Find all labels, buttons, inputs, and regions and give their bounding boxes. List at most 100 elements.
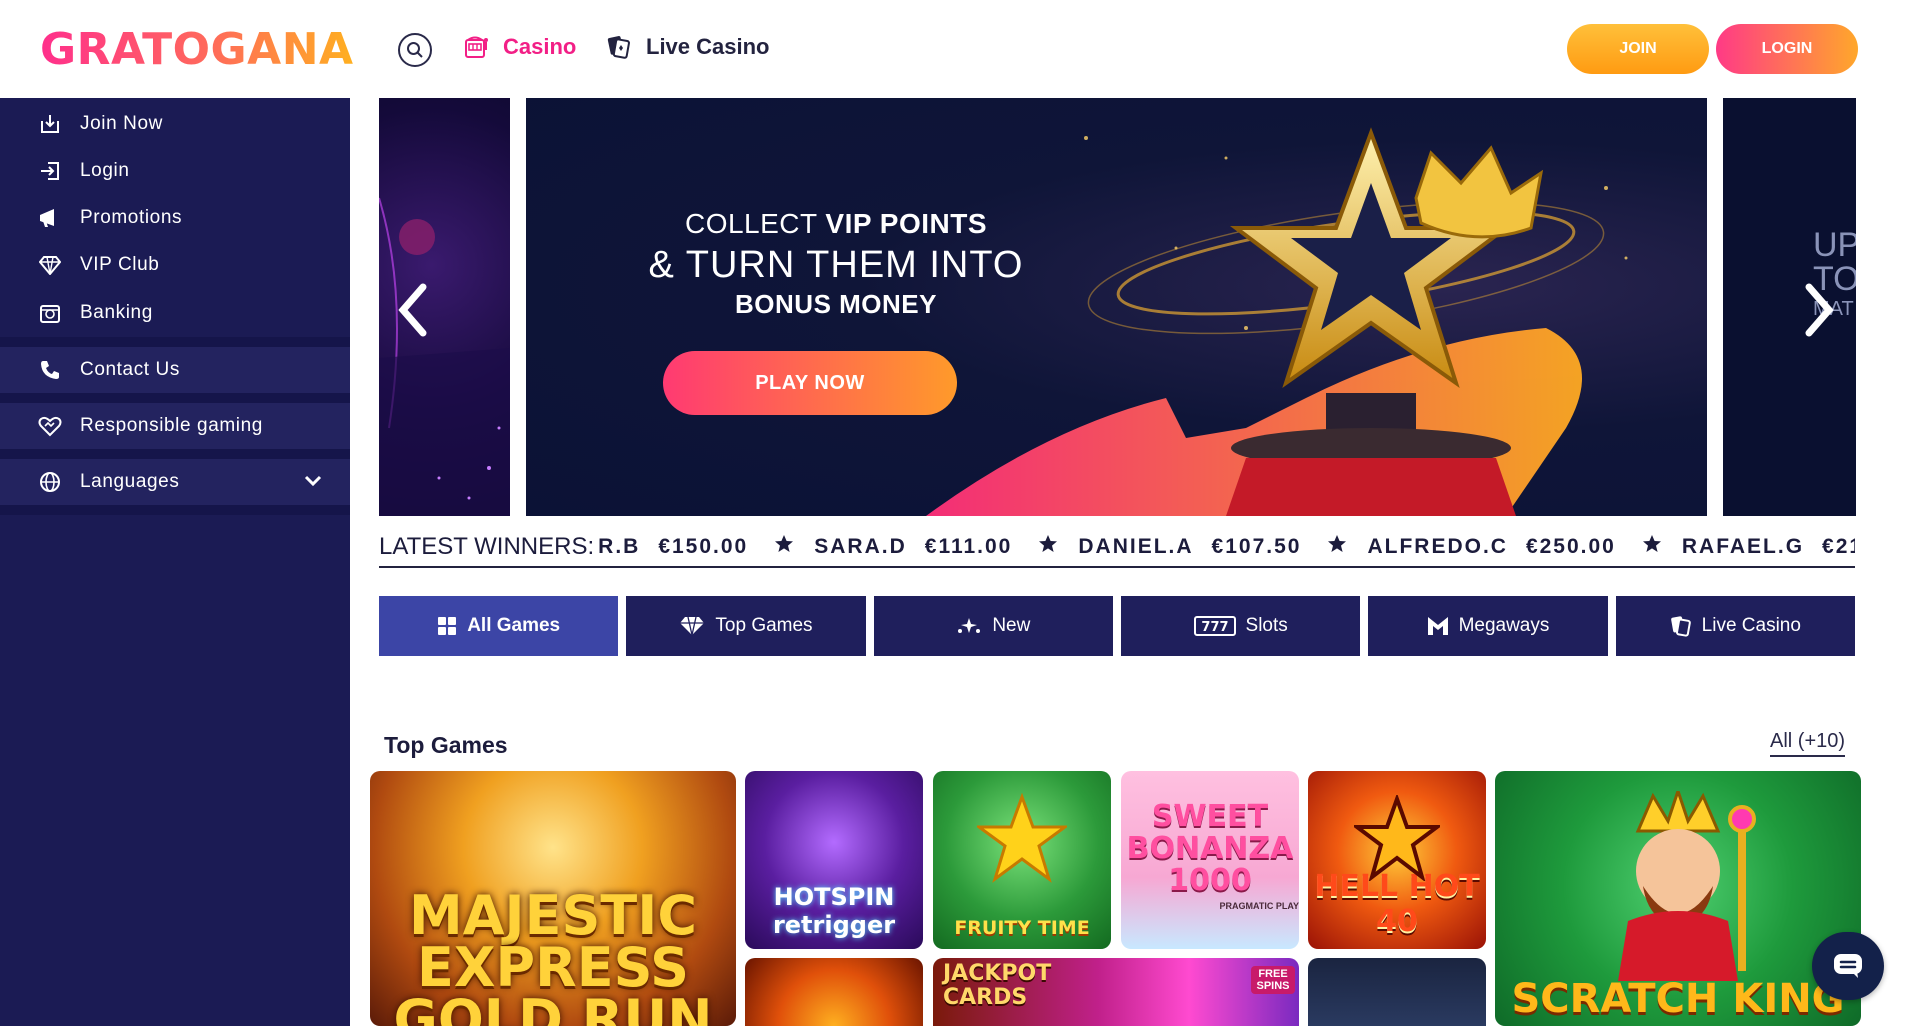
sidebar-item-label: Responsible gaming xyxy=(80,415,263,436)
sidebar-item-label: Languages xyxy=(80,471,180,492)
carousel-main-slide[interactable]: COLLECT VIP POINTS & TURN THEM INTO BONU… xyxy=(526,98,1707,516)
tab-megaways[interactable]: Megaways xyxy=(1368,596,1608,656)
star-art xyxy=(1354,795,1440,881)
free-spins-badge: FREE SPINS xyxy=(1251,966,1295,994)
nav-live-casino-label: Live Casino xyxy=(646,34,770,59)
game-card[interactable]: HOTSPIN retrigger xyxy=(745,771,923,949)
latest-winners-label: LATEST WINNERS: xyxy=(379,533,595,560)
carousel-prev-button[interactable] xyxy=(392,280,432,340)
sidebar-item-join-now[interactable]: Join Now xyxy=(0,100,350,147)
sidebar-item-languages[interactable]: Languages xyxy=(0,449,350,515)
sidebar-item-banking[interactable]: Banking xyxy=(0,288,350,337)
heart-icon xyxy=(38,414,62,438)
svg-text:777: 777 xyxy=(1201,620,1228,635)
sidebar-item-label: Banking xyxy=(80,301,153,323)
chevron-down-icon[interactable] xyxy=(304,471,322,493)
sidebar-item-promotions[interactable]: Promotions xyxy=(0,194,350,241)
game-card[interactable] xyxy=(745,958,923,1026)
diamond-icon xyxy=(38,253,62,277)
money-icon xyxy=(38,301,62,325)
tab-label: Live Casino xyxy=(1701,615,1801,636)
login-button[interactable]: LOGIN xyxy=(1716,24,1858,74)
star-art xyxy=(977,793,1067,883)
carousel-next-button[interactable] xyxy=(1800,280,1840,340)
winner-entry: RAFAEL.G €213.00 xyxy=(1616,534,1855,560)
globe-icon xyxy=(38,470,62,494)
tab-new[interactable]: New xyxy=(873,596,1113,656)
sidebar-item-vip-club[interactable]: VIP Club xyxy=(0,241,350,288)
tab-slots[interactable]: 777 Slots xyxy=(1120,596,1361,656)
winner-name: ALFREDO.C xyxy=(1367,535,1508,558)
join-button[interactable]: JOIN xyxy=(1567,24,1709,74)
chat-icon xyxy=(1834,954,1862,978)
sparkle-icon xyxy=(958,618,981,633)
promo-line-1: COLLECT VIP POINTS xyxy=(626,208,1046,240)
game-card[interactable]: SCRATCH KING xyxy=(1495,771,1861,1026)
join-icon xyxy=(38,112,62,136)
star-icon xyxy=(1327,534,1347,560)
promo-headline: COLLECT VIP POINTS & TURN THEM INTO BONU… xyxy=(626,208,1046,320)
game-title: SCRATCH KING xyxy=(1511,976,1845,1022)
game-card[interactable] xyxy=(1308,958,1486,1026)
sidebar-item-label: Promotions xyxy=(80,206,183,228)
play-now-button[interactable]: PLAY NOW xyxy=(663,351,957,415)
winner-name: SARA.D xyxy=(814,535,907,558)
chevron-right-icon xyxy=(1805,283,1834,337)
winner-amount: €250.00 xyxy=(1525,535,1616,558)
promo-line-1-light: COLLECT xyxy=(684,208,818,239)
section-title-top-games: Top Games xyxy=(384,732,508,758)
sidebar-item-contact-us[interactable]: Contact Us xyxy=(0,337,350,393)
tab-label: Megaways xyxy=(1458,615,1550,636)
game-title: JACKPOT CARDS xyxy=(943,961,1052,1010)
game-title: HOTSPIN retrigger xyxy=(772,883,896,939)
sidebar: Join Now Login Promotions VIP Club Banki… xyxy=(0,98,350,1026)
game-title: FRUITY TIME xyxy=(954,917,1090,939)
tab-label: All Games xyxy=(467,615,561,636)
game-card[interactable]: SWEET BONANZA 1000 PRAGMATIC PLAY xyxy=(1121,771,1299,949)
slot-machine-icon xyxy=(465,36,488,58)
tab-live-casino[interactable]: Live Casino xyxy=(1615,596,1855,656)
game-card[interactable]: JACKPOT CARDS FREE SPINS xyxy=(933,958,1299,1026)
megaphone-icon xyxy=(38,206,62,230)
game-card[interactable]: MAJESTIC EXPRESS GOLD RUN xyxy=(370,771,736,1026)
winner-amount: €150.00 xyxy=(658,535,749,558)
game-card[interactable]: HELL HOT 40 xyxy=(1308,771,1486,949)
game-title: HELL HOT 40 xyxy=(1314,869,1480,939)
search-button[interactable] xyxy=(398,33,432,67)
login-icon xyxy=(38,159,62,183)
megaways-icon xyxy=(1427,617,1448,635)
promo-line-2: & TURN THEM INTO xyxy=(648,244,1024,286)
star-icon xyxy=(1038,534,1058,560)
phone-icon xyxy=(38,358,62,382)
all-games-link[interactable]: All (+10) xyxy=(1770,730,1846,757)
sidebar-item-login[interactable]: Login xyxy=(0,147,350,194)
tab-label: Top Games xyxy=(715,615,813,636)
cards-icon xyxy=(1670,616,1691,637)
777-icon: 777 xyxy=(1193,616,1236,636)
diamond-icon xyxy=(680,616,705,636)
live-chat-button[interactable] xyxy=(1812,932,1884,1000)
site-logo[interactable]: GRATOGANA xyxy=(40,24,354,75)
sidebar-item-responsible-gaming[interactable]: Responsible gaming xyxy=(0,393,350,449)
sidebar-item-label: Login xyxy=(80,159,130,181)
sidebar-item-label: VIP Club xyxy=(80,253,160,275)
nav-casino-label: Casino xyxy=(503,34,577,59)
game-title: SWEET BONANZA 1000 xyxy=(1126,799,1294,898)
game-title: MAJESTIC EXPRESS GOLD RUN xyxy=(393,884,713,1026)
next-slide-text-1: UP xyxy=(1813,226,1856,264)
nav-casino[interactable]: Casino xyxy=(463,34,576,60)
winner-entry: DANIEL.A €107.50 xyxy=(1012,534,1301,560)
winner-entry: R.B €150.00 xyxy=(594,535,748,559)
tab-top-games[interactable]: Top Games xyxy=(626,596,866,656)
winner-amount: €111.00 xyxy=(924,535,1013,558)
grid-icon xyxy=(438,617,457,635)
star-icon xyxy=(1642,534,1662,560)
winner-entry: SARA.D €111.00 xyxy=(748,534,1012,560)
nav-live-casino[interactable]: Live Casino xyxy=(606,34,769,60)
winner-amount: €213.00 xyxy=(1822,535,1855,558)
top-header: GRATOGANA Casino Live Casino JOIN LOGIN xyxy=(0,0,1906,98)
king-character-art xyxy=(1618,791,1756,981)
game-card[interactable]: FRUITY TIME xyxy=(933,771,1111,949)
game-title xyxy=(745,1016,923,1026)
tab-all-games[interactable]: All Games xyxy=(379,596,619,656)
